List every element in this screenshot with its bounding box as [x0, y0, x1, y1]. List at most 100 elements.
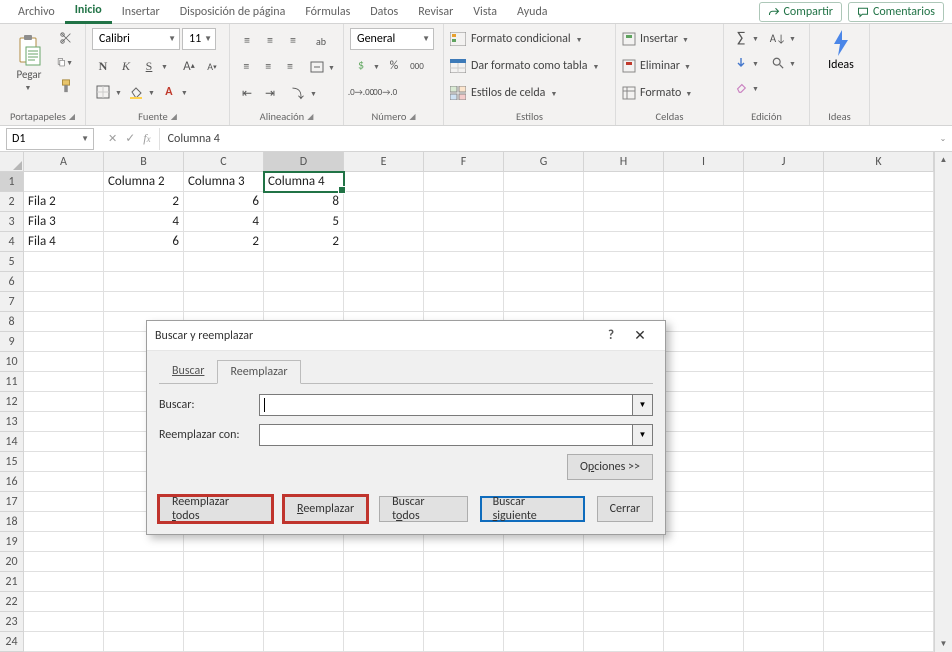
cell[interactable] — [824, 212, 934, 232]
row-header[interactable]: 3 — [0, 212, 23, 232]
cell[interactable] — [424, 212, 504, 232]
cell[interactable] — [744, 612, 824, 632]
cell[interactable] — [664, 312, 744, 332]
clear-button[interactable] — [730, 78, 752, 98]
cancel-formula-icon[interactable]: ✕ — [108, 132, 117, 145]
cell[interactable] — [824, 292, 934, 312]
row-header[interactable]: 21 — [0, 572, 23, 592]
cell[interactable] — [664, 272, 744, 292]
cell[interactable] — [664, 252, 744, 272]
format-as-table-button[interactable]: Dar formato como tabla▼ — [450, 55, 609, 77]
tab-buscar[interactable]: Buscar — [159, 359, 217, 383]
help-button[interactable]: ? — [599, 328, 623, 343]
cell[interactable] — [24, 552, 104, 572]
row-header[interactable]: 1 — [0, 172, 23, 192]
row-header[interactable]: 23 — [0, 612, 23, 632]
cell[interactable] — [424, 272, 504, 292]
dialog-launcher-icon[interactable]: ◢ — [69, 112, 75, 122]
cell[interactable]: 4 — [104, 212, 184, 232]
cell[interactable] — [504, 292, 584, 312]
cell[interactable] — [584, 192, 664, 212]
cell[interactable] — [664, 472, 744, 492]
cell[interactable] — [744, 292, 824, 312]
chevron-down-icon[interactable]: ▼ — [787, 34, 798, 43]
cell[interactable] — [184, 532, 264, 552]
cell[interactable] — [184, 292, 264, 312]
column-header[interactable]: B — [104, 152, 184, 172]
chevron-down-icon[interactable]: ▼ — [326, 57, 337, 77]
cell[interactable] — [344, 172, 424, 192]
cell[interactable] — [344, 252, 424, 272]
cell[interactable] — [344, 612, 424, 632]
fill-button[interactable] — [730, 53, 752, 73]
cell[interactable] — [744, 552, 824, 572]
column-header[interactable]: D — [264, 152, 344, 172]
cell[interactable]: 2 — [264, 232, 344, 252]
row-header[interactable]: 6 — [0, 272, 23, 292]
chevron-down-icon[interactable]: ▼ — [750, 84, 761, 93]
cell[interactable] — [24, 612, 104, 632]
replace-button[interactable]: Reemplazar — [284, 496, 367, 522]
find-history-dropdown[interactable]: ▼ — [633, 394, 653, 416]
format-cells-button[interactable]: Formato▼ — [622, 82, 717, 104]
cell[interactable] — [664, 212, 744, 232]
dialog-launcher-icon[interactable]: ◢ — [171, 112, 177, 122]
cell[interactable] — [344, 592, 424, 612]
cell[interactable] — [824, 172, 934, 192]
row-header[interactable]: 8 — [0, 312, 23, 332]
cell[interactable] — [744, 352, 824, 372]
chevron-down-icon[interactable]: ▼ — [179, 82, 190, 102]
align-top-button[interactable]: ≡ — [236, 31, 258, 51]
autosum-button[interactable]: ∑ — [730, 28, 752, 48]
cell[interactable] — [664, 492, 744, 512]
scroll-up-icon[interactable]: ▲ — [935, 152, 952, 168]
chevron-down-icon[interactable]: ▼ — [113, 82, 124, 102]
shrink-font-button[interactable]: A▾ — [201, 56, 223, 76]
replace-input[interactable] — [259, 424, 633, 446]
format-painter-button[interactable] — [56, 76, 76, 96]
font-name-combo[interactable]: Calibri▼ — [92, 28, 180, 50]
cell[interactable] — [584, 212, 664, 232]
cell[interactable]: 6 — [184, 192, 264, 212]
tab-vista[interactable]: Vista — [463, 1, 507, 23]
number-format-combo[interactable]: General▼ — [350, 28, 434, 50]
cell[interactable] — [584, 632, 664, 652]
cell[interactable] — [824, 572, 934, 592]
cell[interactable] — [824, 272, 934, 292]
column-header[interactable]: K — [824, 152, 934, 172]
delete-cells-button[interactable]: Eliminar▼ — [622, 55, 717, 77]
cell[interactable] — [584, 172, 664, 192]
column-header[interactable]: G — [504, 152, 584, 172]
cell[interactable] — [744, 272, 824, 292]
cell[interactable]: 4 — [184, 212, 264, 232]
tab-archivo[interactable]: Archivo — [8, 1, 65, 23]
row-header[interactable]: 11 — [0, 372, 23, 392]
cell[interactable] — [664, 412, 744, 432]
cell[interactable] — [344, 632, 424, 652]
fill-color-button[interactable] — [125, 82, 147, 102]
cell[interactable] — [424, 292, 504, 312]
cell[interactable] — [504, 612, 584, 632]
cell[interactable] — [744, 252, 824, 272]
cell[interactable] — [24, 492, 104, 512]
cell[interactable]: 2 — [104, 192, 184, 212]
cell[interactable] — [24, 532, 104, 552]
cell[interactable] — [824, 552, 934, 572]
cell[interactable] — [104, 552, 184, 572]
row-header[interactable]: 10 — [0, 352, 23, 372]
grow-font-button[interactable]: A▴ — [178, 56, 200, 76]
decrease-decimal-button[interactable]: .00→.0 — [373, 82, 395, 102]
cell[interactable] — [824, 432, 934, 452]
increase-indent-button[interactable]: ⇥ — [259, 83, 281, 103]
font-size-combo[interactable]: 11▼ — [182, 28, 216, 50]
tab-ayuda[interactable]: Ayuda — [507, 1, 558, 23]
chevron-down-icon[interactable]: ▼ — [787, 59, 798, 68]
cell[interactable] — [584, 252, 664, 272]
comments-button[interactable]: Comentarios — [848, 2, 944, 22]
cell[interactable] — [264, 272, 344, 292]
vertical-scrollbar[interactable]: ▲ ▼ — [934, 152, 952, 652]
find-all-button[interactable]: Buscar todos — [379, 496, 467, 522]
cell[interactable] — [664, 612, 744, 632]
cell[interactable] — [24, 572, 104, 592]
row-header[interactable]: 20 — [0, 552, 23, 572]
